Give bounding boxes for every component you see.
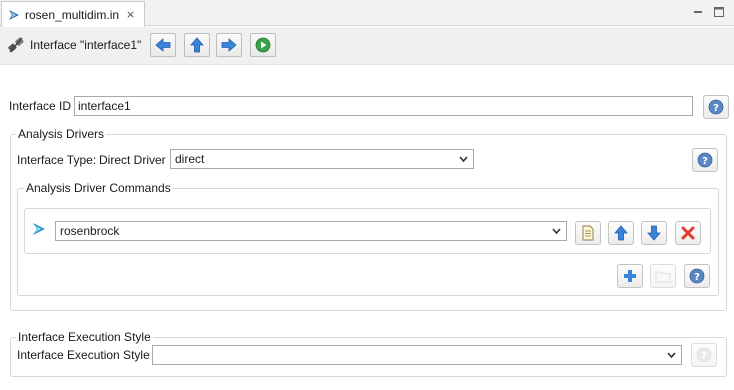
help-icon: ? [696, 347, 712, 363]
plus-icon [624, 270, 636, 282]
command-value: rosenbrock [60, 224, 120, 238]
paste-command-button[interactable] [650, 264, 676, 288]
run-icon [255, 37, 271, 53]
execution-style-label: Interface Execution Style [17, 348, 150, 362]
analysis-drivers-title: Analysis Drivers [16, 127, 107, 141]
commands-help-button[interactable]: ? [684, 264, 710, 288]
arrow-left-icon [155, 38, 171, 52]
driver-help-button[interactable]: ? [692, 148, 718, 172]
execution-style-help-button[interactable]: ? [691, 343, 717, 367]
document-icon [582, 225, 594, 241]
execution-style-title: Interface Execution Style [16, 330, 153, 344]
command-icon [33, 223, 45, 235]
folder-icon [655, 271, 671, 283]
minimize-icon[interactable] [692, 6, 704, 18]
chevron-down-icon [667, 352, 676, 359]
maximize-icon[interactable] [713, 6, 725, 18]
direct-driver-label: Direct Driver [99, 153, 166, 167]
interface-icon [8, 37, 24, 53]
dakota-file-icon [9, 9, 19, 20]
header-toolbar: Interface "interface1" [0, 27, 734, 65]
driver-commands-title: Analysis Driver Commands [24, 181, 173, 195]
delete-icon [681, 226, 695, 240]
edit-command-button[interactable] [575, 221, 601, 245]
run-button[interactable] [250, 33, 276, 57]
close-icon[interactable]: ⨯ [126, 8, 135, 21]
arrow-right-icon [221, 38, 237, 52]
svg-text:?: ? [713, 103, 719, 114]
move-down-button[interactable] [641, 221, 667, 245]
svg-text:?: ? [702, 156, 708, 167]
svg-text:?: ? [701, 351, 707, 362]
delete-command-button[interactable] [675, 221, 701, 245]
interface-id-help-button[interactable]: ? [703, 95, 729, 119]
help-icon: ? [689, 268, 705, 284]
up-button[interactable] [184, 33, 210, 57]
move-up-button[interactable] [608, 221, 634, 245]
chevron-down-icon [552, 228, 561, 235]
interface-id-input[interactable]: interface1 [74, 96, 693, 116]
arrow-down-icon [647, 225, 661, 241]
chevron-down-icon [459, 156, 468, 163]
help-icon: ? [708, 99, 724, 115]
driver-type-select[interactable]: direct [170, 149, 474, 169]
execution-style-select[interactable] [152, 345, 682, 365]
arrow-up-icon [614, 225, 628, 241]
editor-tab[interactable]: rosen_multidim.in ⨯ [1, 1, 145, 27]
add-command-button[interactable] [617, 264, 643, 288]
interface-type-label: Interface Type: [17, 153, 97, 167]
tab-title: rosen_multidim.in [25, 7, 120, 22]
help-icon: ? [697, 152, 713, 168]
driver-type-value: direct [175, 152, 205, 166]
editor-tab-bar: rosen_multidim.in ⨯ [0, 0, 734, 27]
arrow-up-icon [190, 37, 204, 53]
interface-id-label: Interface ID [9, 99, 72, 113]
back-button[interactable] [150, 33, 176, 57]
forward-button[interactable] [216, 33, 242, 57]
svg-text:?: ? [694, 272, 700, 283]
page-title: Interface "interface1" [30, 38, 142, 52]
command-select[interactable]: rosenbrock [55, 221, 567, 241]
